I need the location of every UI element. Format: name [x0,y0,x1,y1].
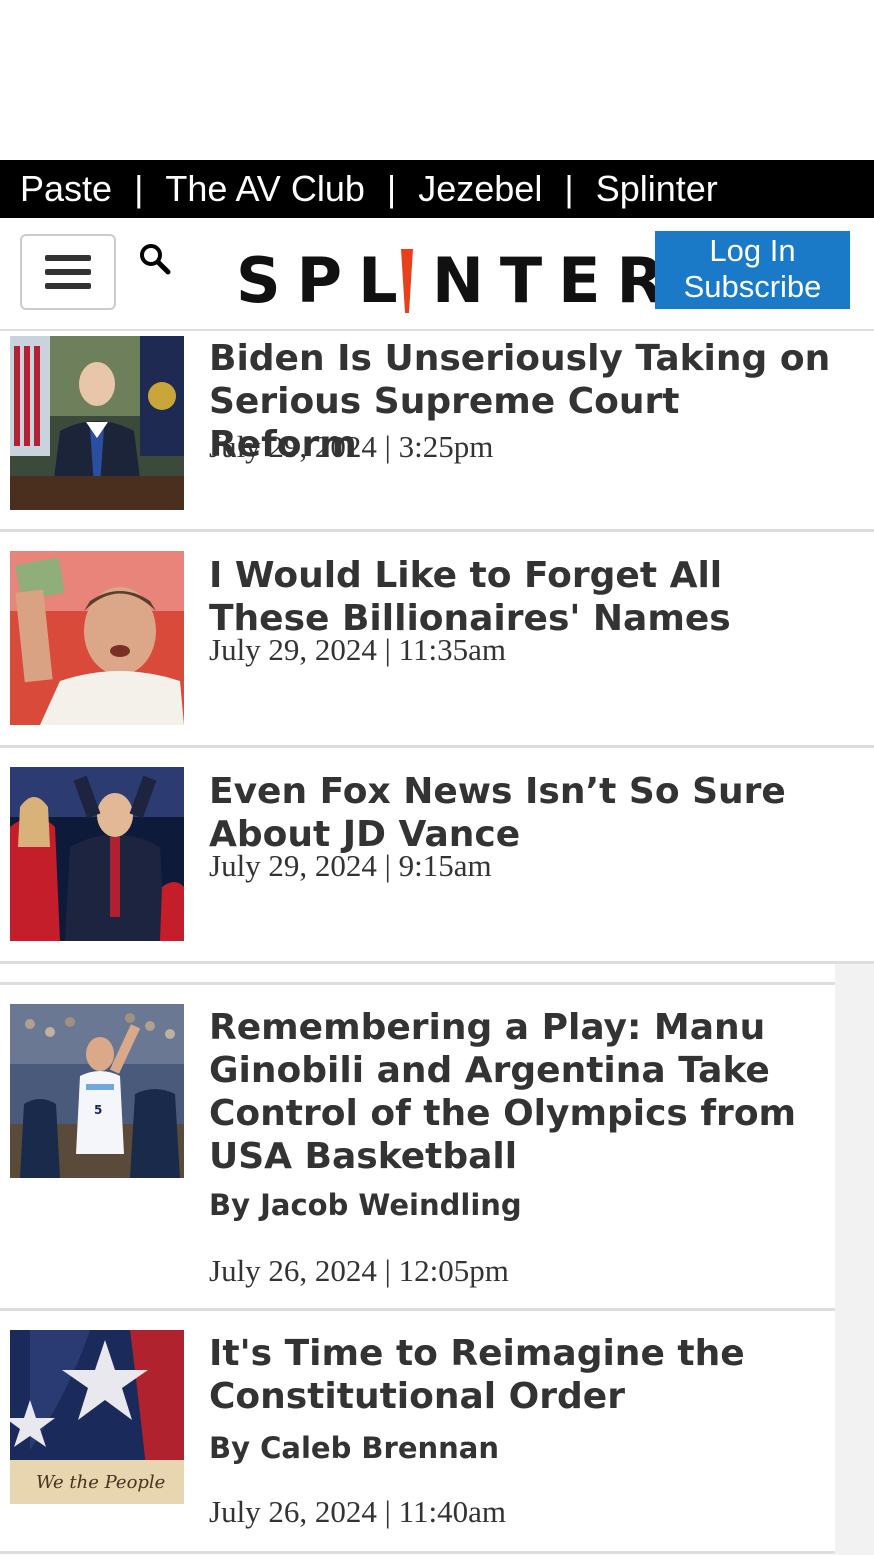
network-link-paste[interactable]: Paste [20,168,112,210]
article-date: July 29, 2024 | 11:35am [209,632,506,667]
network-link-splinter[interactable]: Splinter [596,168,718,210]
article-title[interactable]: Even Fox News Isn’t So Sure About JD Van… [209,770,839,856]
svg-text:We the People: We the People [36,1472,165,1493]
subscribe-link[interactable]: Subscribe [655,269,850,305]
svg-text:SPL: SPL [236,245,414,315]
article-card[interactable]: Even Fox News Isn’t So Sure About JD Van… [0,748,874,964]
network-separator: | [386,168,397,209]
network-bar: Paste | The AV Club | Jezebel | Splinter [0,160,874,218]
search-icon[interactable] [138,242,172,276]
article-title[interactable]: I Would Like to Forget All These Billion… [209,554,839,640]
article-title[interactable]: Remembering a Play: Manu Ginobili and Ar… [209,1006,809,1178]
section-divider [0,964,835,985]
site-header: SPL NTER Log In Subscribe [0,218,874,331]
auth-box: Log In Subscribe [655,231,850,309]
article-date: July 29, 2024 | 9:15am [209,848,492,883]
article-card[interactable]: I Would Like to Forget All These Billion… [0,532,874,748]
splinter-logo-wordmark: SPL NTER [236,245,656,315]
network-link-av-club[interactable]: The AV Club [165,168,364,210]
network-separator: | [564,168,574,209]
article-byline[interactable]: By Caleb Brennan [209,1431,499,1465]
article-date: July 29, 2024 | 3:25pm [209,429,494,464]
article-thumbnail[interactable]: We the People [10,1330,184,1504]
article-thumbnail[interactable]: 5 [10,1004,184,1178]
article-feed: Biden Is Unseriously Taking on Serious S… [0,331,874,1554]
network-separator: | [134,168,144,209]
article-title[interactable]: It's Time to Reimagine the Constitutiona… [209,1332,809,1418]
article-card[interactable]: Biden Is Unseriously Taking on Serious S… [0,331,874,532]
article-thumbnail[interactable] [10,336,184,510]
splinter-logo[interactable]: SPL NTER [236,240,656,320]
hamburger-menu-button[interactable] [20,234,116,310]
ad-space [0,0,874,160]
article-thumbnail[interactable] [10,551,184,725]
right-gutter [835,964,874,1555]
article-date: July 26, 2024 | 11:40am [209,1494,506,1529]
article-card[interactable]: We the People It's Time to Reimagine the… [0,1311,835,1554]
article-card[interactable]: 5 Remembering a Play: Manu Ginobili and … [0,985,835,1311]
hamburger-menu-icon [45,255,91,261]
network-link-jezebel[interactable]: Jezebel [418,168,542,210]
svg-text:NTER: NTER [432,245,656,315]
svg-text:5: 5 [94,1103,102,1117]
article-byline[interactable]: By Jacob Weindling [209,1188,522,1222]
login-link[interactable]: Log In [655,233,850,269]
article-thumbnail[interactable] [10,767,184,941]
article-date: July 26, 2024 | 12:05pm [209,1253,509,1288]
